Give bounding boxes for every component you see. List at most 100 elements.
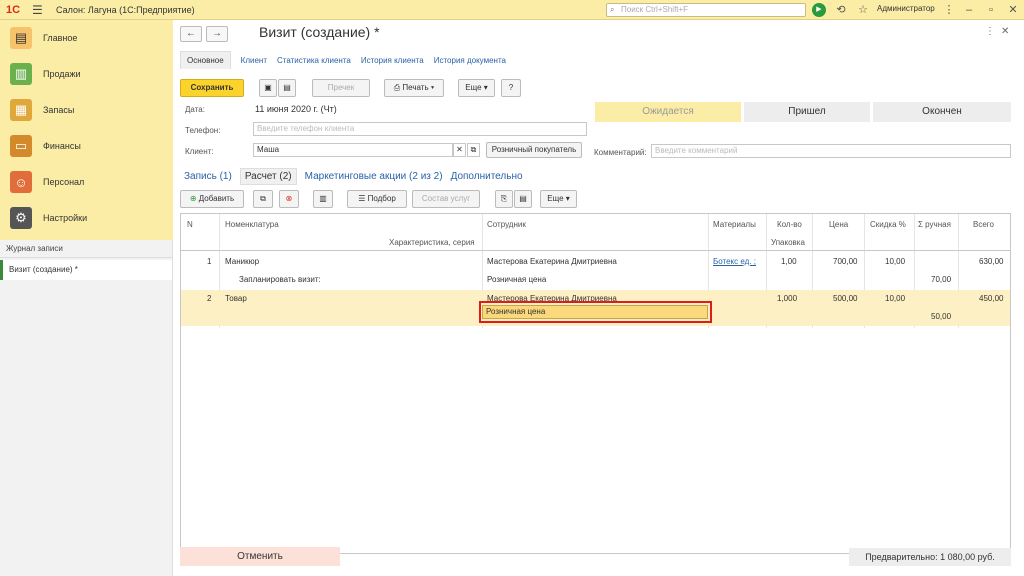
- table-more-label: Еще: [547, 194, 564, 203]
- services-composition-button[interactable]: Состав услуг: [412, 190, 480, 208]
- header-characteristic[interactable]: Характеристика, серия: [389, 238, 475, 247]
- header-total[interactable]: Всего: [973, 220, 994, 229]
- barcode-icon[interactable]: ▥: [313, 190, 333, 208]
- receipt-button[interactable]: Пречек: [312, 79, 370, 97]
- global-search-input[interactable]: ⌕ Поиск Ctrl+Shift+F: [606, 3, 806, 17]
- row-qty[interactable]: 1,00: [781, 257, 797, 266]
- menu-icon[interactable]: ☰: [32, 3, 46, 17]
- sidebar-item-staff[interactable]: ☺ Персонал: [0, 164, 173, 200]
- sidebar-item-main[interactable]: ▤ Главное: [0, 20, 173, 56]
- row-nomenclature[interactable]: Маникюр: [225, 257, 259, 266]
- sidebar-item-settings[interactable]: ⚙ Настройки: [0, 200, 173, 236]
- sidebar-item-stock[interactable]: ▦ Запасы: [0, 92, 173, 128]
- tab-client-history[interactable]: История клиента: [361, 56, 424, 65]
- row-price[interactable]: 700,00: [833, 257, 857, 266]
- row-materials-link[interactable]: Ботекс ед. ;: [713, 257, 756, 266]
- back-button[interactable]: ←: [180, 26, 202, 42]
- tab-calculation[interactable]: Расчет (2): [239, 168, 297, 185]
- row-discount[interactable]: 10,00: [885, 294, 905, 303]
- copy-icon[interactable]: ⎘: [495, 190, 513, 208]
- settings-menu-icon[interactable]: ⋮: [942, 3, 956, 17]
- print-label: Печать: [402, 83, 429, 92]
- tab-client-stats[interactable]: Статистика клиента: [277, 56, 351, 65]
- list-icon: ☰: [358, 194, 368, 203]
- receipt-label: Пречек: [327, 83, 355, 92]
- form-tabs: Основное Клиент Статистика клиента Истор…: [180, 50, 516, 70]
- star-icon[interactable]: ☆: [856, 3, 870, 17]
- row-total[interactable]: 630,00: [979, 257, 1003, 266]
- status-arrived[interactable]: Пришел: [744, 102, 870, 122]
- row-total[interactable]: 450,00: [979, 294, 1003, 303]
- sidebar-item-sales[interactable]: ▥ Продажи: [0, 56, 173, 92]
- status-finished[interactable]: Окончен: [873, 102, 1011, 122]
- header-materials[interactable]: Материалы: [713, 220, 756, 229]
- more-actions-icon[interactable]: ⋮: [985, 26, 995, 37]
- sidebar-item-finance[interactable]: ▭ Финансы: [0, 128, 173, 164]
- row-manual-sum[interactable]: 50,00: [931, 312, 951, 321]
- tab-main[interactable]: Основное: [180, 51, 231, 69]
- client-field[interactable]: Маша: [253, 143, 453, 157]
- row-sub[interactable]: Запланировать визит:: [239, 275, 321, 284]
- play-icon[interactable]: ▶: [812, 3, 826, 17]
- current-user[interactable]: Администратор: [877, 4, 935, 13]
- open-window-item[interactable]: Визит (создание) *: [0, 260, 172, 280]
- help-button[interactable]: ?: [501, 79, 521, 97]
- header-manual-sum[interactable]: Σ ручная: [918, 220, 951, 229]
- add-icon: ⊕: [189, 194, 199, 203]
- sidebar-item-label: Главное: [43, 33, 78, 43]
- delete-row-icon[interactable]: ⊗: [279, 190, 299, 208]
- header-package[interactable]: Упаковка: [771, 238, 805, 247]
- table-more-button[interactable]: Еще ▾: [540, 190, 577, 208]
- save-disk-icon[interactable]: ▣: [259, 79, 277, 97]
- app-title: Салон: Лагуна (1С:Предприятие): [56, 4, 195, 15]
- sidebar-item-label: Запасы: [43, 105, 75, 115]
- status-expected[interactable]: Ожидается: [595, 102, 741, 122]
- header-employee[interactable]: Сотрудник: [487, 220, 526, 229]
- more-button[interactable]: Еще ▾: [458, 79, 495, 97]
- forward-button[interactable]: →: [206, 26, 228, 42]
- copy-row-icon[interactable]: ⧉: [253, 190, 273, 208]
- phone-field[interactable]: Введите телефон клиента: [253, 122, 587, 136]
- header-nomenclature[interactable]: Номенклатура: [225, 220, 279, 229]
- preliminary-total: Предварительно: 1 080,00 руб.: [849, 548, 1011, 566]
- pick-button[interactable]: ☰ Подбор: [347, 190, 407, 208]
- row-nomenclature[interactable]: Товар: [225, 294, 247, 303]
- row-manual-sum[interactable]: 70,00: [931, 275, 951, 284]
- open-icon[interactable]: ⧉: [467, 143, 480, 157]
- row-price[interactable]: 500,00: [833, 294, 857, 303]
- maximize-icon[interactable]: ▫: [984, 3, 998, 17]
- history-icon[interactable]: ⟲: [834, 3, 848, 17]
- add-button[interactable]: ⊕ Добавить: [180, 190, 244, 208]
- row-qty[interactable]: 1,000: [777, 294, 797, 303]
- cancel-button[interactable]: Отменить: [180, 547, 340, 566]
- tab-marketing[interactable]: Маркетинговые акции (2 из 2): [305, 171, 443, 182]
- minimize-icon[interactable]: –: [962, 3, 976, 17]
- journal-link[interactable]: Журнал записи: [0, 240, 172, 258]
- tab-document-history[interactable]: История документа: [434, 56, 506, 65]
- retail-buyer-button[interactable]: Розничный покупатель: [486, 142, 582, 158]
- form-toolbar: Сохранить ▣ ▤ Пречек ⎙ Печать ▾ Еще ▾ ?: [180, 79, 1020, 97]
- header-discount[interactable]: Скидка %: [870, 220, 906, 229]
- tab-appointment[interactable]: Запись (1): [184, 171, 232, 182]
- comment-field[interactable]: Введите комментарий: [651, 144, 1011, 158]
- row-price-type[interactable]: Розничная цена: [487, 275, 546, 284]
- paste-icon[interactable]: ▤: [514, 190, 532, 208]
- header-price[interactable]: Цена: [829, 220, 848, 229]
- row-number: 1: [207, 257, 212, 266]
- close-form-icon[interactable]: ✕: [1001, 26, 1009, 37]
- tab-additional[interactable]: Дополнительно: [451, 171, 523, 182]
- save-button[interactable]: Сохранить: [180, 79, 244, 97]
- tab-client[interactable]: Клиент: [241, 56, 267, 65]
- header-n[interactable]: N: [187, 220, 193, 229]
- clear-icon[interactable]: ✕: [453, 143, 466, 157]
- post-document-icon[interactable]: ▤: [278, 79, 296, 97]
- row-discount[interactable]: 10,00: [885, 257, 905, 266]
- row-employee[interactable]: Мастерова Екатерина Дмитриевна: [487, 257, 617, 266]
- header-qty[interactable]: Кол-во: [777, 220, 802, 229]
- print-button[interactable]: ⎙ Печать ▾: [384, 79, 444, 97]
- date-value[interactable]: 11 июня 2020 г. (Чт): [255, 104, 337, 114]
- row-number: 2: [207, 294, 212, 303]
- close-app-icon[interactable]: ✕: [1006, 3, 1020, 17]
- wallet-icon: ▭: [10, 135, 32, 157]
- search-placeholder: Поиск Ctrl+Shift+F: [621, 5, 689, 14]
